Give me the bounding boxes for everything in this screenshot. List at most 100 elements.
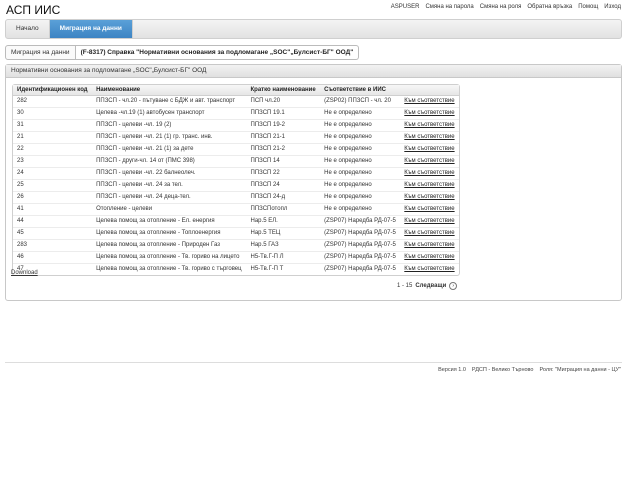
table-row[interactable]: 45 Целева помощ за отопление - Топлоенерг… [13, 227, 459, 240]
cell-short-name: ППЗСП 21-2 [246, 143, 321, 156]
breadcrumb-migration[interactable]: Миграция на данни [5, 45, 76, 60]
cell-name: ППЗСП - целеви -чл. 22 балнеолеч. [92, 167, 247, 180]
col-action-header [400, 85, 459, 96]
cell-short-name: Нар.5 ТЕЦ [246, 227, 321, 240]
breadcrumb-current: (F-8317) Справка "Нормативни основания з… [75, 45, 360, 60]
footer: Версия 1.0 РДСП - Велико Търново Роля: "… [438, 367, 621, 373]
cell-id: 282 [13, 95, 93, 108]
footer-version: Версия 1.0 [438, 367, 466, 373]
to-mapping-link[interactable]: Към съответствие [400, 107, 459, 120]
pager: 1 - 15 Следващи › [397, 282, 458, 290]
col-mapping-header[interactable]: Съответствие в ИИС [320, 85, 401, 96]
table-row[interactable]: 47 Целева помощ за отопление - Тв. гориво… [13, 263, 459, 275]
cell-short-name: ППЗСПотопл [246, 203, 321, 216]
col-id-header[interactable]: Идентификационен код [13, 85, 93, 96]
user-link[interactable]: ASPUSER [391, 4, 420, 10]
cell-name: ППЗСП - целеви -чл. 19 (2) [92, 119, 247, 132]
breadcrumb: Миграция на данни (F-8317) Справка "Норм… [5, 45, 360, 60]
help-link[interactable]: Помощ [578, 4, 598, 10]
next-arrow-icon[interactable]: › [449, 282, 458, 290]
cell-name: Целева помощ за отопление - Топлоенергия [92, 227, 247, 240]
cell-mapping: (ZSP07) Наредба РД-07-5 [320, 227, 401, 240]
cell-short-name: ППЗСП 24-д [246, 191, 321, 204]
cell-name: ППЗСП - целеви -чл. 21 (1) за дете [92, 143, 247, 156]
to-mapping-link[interactable]: Към съответствие [400, 179, 459, 192]
cell-name: Целева помощ за отопление - Тв. гориво н… [92, 251, 247, 264]
col-name-header[interactable]: Наименование [92, 85, 247, 96]
cell-id: 26 [13, 191, 93, 204]
cell-name: Целева помощ за отопление - Природен Газ [92, 239, 247, 252]
cell-mapping: (ZSP07) Наредба РД-07-5 [320, 251, 401, 264]
table-row[interactable]: 26 ППЗСП - целеви -чл. 24 деца-тел. ППЗСП … [13, 191, 459, 204]
cell-id: 24 [13, 167, 93, 180]
to-mapping-link[interactable]: Към съответствие [400, 203, 459, 216]
table-row[interactable]: 41 Отопление - целеви ППЗСПотопл Не е опред… [13, 203, 459, 216]
tab-data-migration[interactable]: Миграция на данни [49, 20, 133, 38]
report-panel: Нормативни основания за подломагане „SOC… [5, 64, 622, 301]
to-mapping-link[interactable]: Към съответствие [400, 131, 459, 144]
table-header-row: Идентификационен код Наименование Кратко… [13, 85, 459, 96]
change-password-link[interactable]: Смяна на парола [425, 4, 473, 10]
panel-title: Нормативни основания за подломагане „SOC… [6, 65, 621, 78]
tab-home[interactable]: Начало [6, 20, 50, 38]
top-links: ASPUSER Смяна на парола Смяна на роля Об… [391, 4, 621, 10]
table-row[interactable]: 21 ППЗСП - целеви -чл. 21 (1) гр. транс. … [13, 131, 459, 144]
to-mapping-link[interactable]: Към съответствие [400, 155, 459, 168]
cell-short-name: ППЗСП 24 [246, 179, 321, 192]
footer-role: Роля: "Миграция на данни - ЦУ" [539, 367, 621, 373]
to-mapping-link[interactable]: Към съответствие [400, 263, 459, 275]
footer-office: РДСП - Велико Търново [471, 367, 534, 373]
cell-mapping: (ZSP07) Наредба РД-07-5 [320, 215, 401, 228]
cell-name: Целева помощ за отопление - Тв. гориво с… [96, 266, 242, 273]
results-grid: Идентификационен код Наименование Кратко… [12, 84, 460, 276]
logout-link[interactable]: Изход [604, 4, 621, 10]
table-row[interactable]: 46 Целева помощ за отопление - Тв. гориво… [13, 251, 459, 264]
cell-id: 45 [13, 227, 93, 240]
to-mapping-link[interactable]: Към съответствие [400, 143, 459, 156]
cell-mapping: Не е определено [320, 119, 401, 132]
to-mapping-link[interactable]: Към съответствие [400, 227, 459, 240]
to-mapping-link[interactable]: Към съответствие [400, 167, 459, 180]
cell-short-name: ПСП чл.20 [246, 95, 321, 108]
cell-name: Отопление - целеви [92, 203, 247, 216]
table-row[interactable]: 30 Целева -чл.19 (1) автобусен транспорт П… [13, 107, 459, 120]
cell-mapping: (ZSP07) Наредба РД-07-5 [324, 266, 396, 273]
to-mapping-link[interactable]: Към съответствие [400, 215, 459, 228]
cell-short-name: ППЗСП 19.1 [246, 107, 321, 120]
cell-name: Целева -чл.19 (1) автобусен транспорт [92, 107, 247, 120]
table-row[interactable]: 25 ППЗСП - целеви -чл. 24 за тел. ППЗСП 24… [13, 179, 459, 192]
cell-mapping: Не е определено [320, 107, 401, 120]
cell-mapping: (ZSP02) ППЗСП - чл. 20 [320, 95, 401, 108]
cell-id: 21 [13, 131, 93, 144]
table-row[interactable]: 282 ППЗСП - чл.20 - пътуване с БДЖ и авт.… [13, 95, 459, 108]
table-row[interactable]: 283 Целева помощ за отопление - Природен … [13, 239, 459, 252]
cell-id: 25 [13, 179, 93, 192]
table-row[interactable]: 31 ППЗСП - целеви -чл. 19 (2) ППЗСП 19-2 Не… [13, 119, 459, 132]
cell-mapping: Не е определено [320, 203, 401, 216]
table-row[interactable]: 44 Целева помощ за отопление - Ел. енерги… [13, 215, 459, 228]
table-row[interactable]: 22 ППЗСП - целеви -чл. 21 (1) за дете ППЗС… [13, 143, 459, 156]
cell-id: 30 [13, 107, 93, 120]
to-mapping-link[interactable]: Към съответствие [400, 191, 459, 204]
footer-divider [5, 362, 622, 363]
feedback-link[interactable]: Обратна връзка [527, 4, 572, 10]
cell-mapping: Не е определено [320, 143, 401, 156]
cell-short-name: Нар.5 ЕЛ. [246, 215, 321, 228]
download-link[interactable]: Download [11, 270, 38, 276]
cell-mapping: Не е определено [320, 131, 401, 144]
to-mapping-link[interactable]: Към съответствие [400, 119, 459, 132]
to-mapping-link[interactable]: Към съответствие [400, 239, 459, 252]
cell-id: 22 [13, 143, 93, 156]
table-row[interactable]: 23 ППЗСП - други-чл. 14 от (ПМС 398) ППЗСП… [13, 155, 459, 168]
cell-short-name: ППЗСП 14 [246, 155, 321, 168]
cell-id: 23 [13, 155, 93, 168]
next-page-link[interactable]: Следващи [415, 283, 446, 289]
cell-id: 41 [13, 203, 93, 216]
table-row[interactable]: 24 ППЗСП - целеви -чл. 22 балнеолеч. ППЗСП… [13, 167, 459, 180]
cell-mapping: (ZSP07) Наредба РД-07-5 [320, 239, 401, 252]
change-role-link[interactable]: Смяна на роля [480, 4, 522, 10]
col-short-name-header[interactable]: Кратко наименование [246, 85, 321, 96]
to-mapping-link[interactable]: Към съответствие [400, 251, 459, 264]
to-mapping-link[interactable]: Към съответствие [400, 95, 459, 108]
cell-name: ППЗСП - други-чл. 14 от (ПМС 398) [92, 155, 247, 168]
